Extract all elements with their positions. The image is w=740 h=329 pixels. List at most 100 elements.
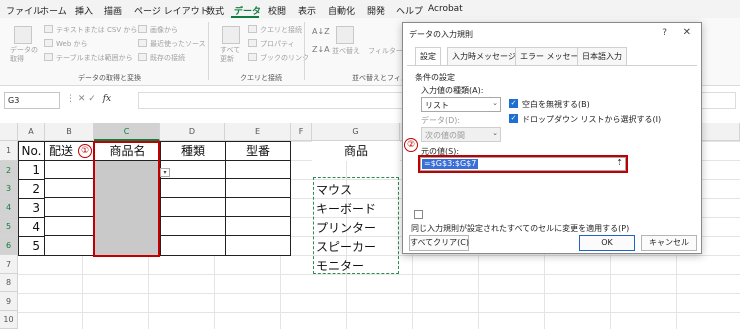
in-cell-dropdown-checkbox[interactable]: ✓ (509, 114, 518, 123)
menu-automate[interactable]: 自動化 (328, 4, 355, 17)
allow-select[interactable]: リスト ⌄ (421, 97, 501, 112)
sort-az-icon[interactable]: A↓Z (312, 27, 330, 36)
from-image-button[interactable]: 画像から (150, 25, 178, 35)
cell-e1[interactable]: 型番 (225, 141, 291, 161)
from-web-button[interactable]: Web から (56, 39, 88, 49)
cancel-button[interactable]: キャンセル (641, 235, 697, 251)
row-header-10[interactable]: 10 (0, 311, 18, 329)
filter-button[interactable]: フィルター (368, 46, 403, 56)
dialog-title: データの入力規則 (409, 30, 473, 39)
col-header-d[interactable]: D (160, 123, 225, 141)
menu-draw[interactable]: 描画 (104, 4, 122, 17)
col-header-c[interactable]: C (94, 123, 160, 141)
row-header-6[interactable]: 6 (0, 236, 18, 255)
existing-connections-button[interactable]: 既存の接続 (150, 53, 185, 63)
list-item[interactable]: モニター (316, 257, 364, 274)
row-line (44, 178, 291, 179)
cell-a2[interactable]: 1 (18, 160, 45, 180)
text-csv-icon (44, 25, 53, 33)
table-icon (44, 53, 53, 61)
name-box[interactable]: G3 (4, 92, 60, 109)
row-line (44, 235, 291, 236)
queries-icon (248, 25, 257, 33)
row-header-9[interactable]: 9 (0, 292, 18, 311)
refresh-all-button[interactable]: すべて 更新 (220, 46, 240, 64)
row-header-1[interactable]: 1 (0, 141, 18, 161)
col-header-g[interactable]: G (312, 123, 400, 141)
clear-all-button[interactable]: すべてクリア(C) (409, 235, 469, 251)
tab-settings[interactable]: 設定 (415, 47, 441, 66)
queries-connections-button[interactable]: クエリと接続 (260, 25, 302, 35)
row-header-8[interactable]: 8 (0, 274, 18, 292)
row-header-4[interactable]: 4 (0, 198, 18, 217)
cell-a6[interactable]: 5 (18, 236, 45, 256)
select-all-corner[interactable] (0, 123, 18, 141)
list-item[interactable]: キーボード (316, 200, 376, 217)
properties-icon (248, 39, 257, 47)
range-e2-e6[interactable] (225, 160, 291, 256)
cell-d1[interactable]: 種類 (160, 141, 226, 161)
menu-file[interactable]: ファイル (6, 4, 42, 17)
sort-button[interactable]: 並べ替え (332, 46, 360, 56)
ribbon-separator (208, 22, 209, 80)
menu-help[interactable]: ヘルプ (396, 4, 423, 17)
section-label: 条件の設定 (415, 73, 455, 82)
col-header-b[interactable]: B (45, 123, 94, 141)
properties-button[interactable]: プロパティ (260, 39, 295, 49)
get-data-icon (14, 26, 32, 44)
cell-a4[interactable]: 3 (18, 198, 45, 218)
help-icon[interactable]: ? (662, 28, 667, 38)
row-header-7[interactable]: 7 (0, 255, 18, 274)
cancel-confirm-icons[interactable]: ⋮ ✕ ✓ (66, 94, 96, 104)
menu-bar: ファイル ホーム 挿入 描画 ページ レイアウト 数式 データ 校閲 表示 自動… (0, 0, 740, 18)
cell-a1[interactable]: No. (18, 141, 45, 161)
chevron-down-icon: ⌄ (492, 129, 498, 137)
menu-acrobat[interactable]: Acrobat (428, 4, 463, 14)
recent-sources-button[interactable]: 最近使ったソース (150, 39, 206, 49)
ignore-blank-checkbox[interactable]: ✓ (509, 99, 518, 108)
row-line (44, 197, 291, 198)
list-item[interactable]: スピーカー (316, 238, 376, 255)
row-header-2[interactable]: 2 (0, 161, 18, 180)
close-icon[interactable]: ✕ (683, 27, 691, 38)
menu-page-layout[interactable]: ページ レイアウト (134, 4, 209, 17)
existing-connections-icon (138, 53, 147, 61)
apply-all-checkbox[interactable] (414, 210, 423, 219)
tab-ime[interactable]: 日本語入力 (577, 47, 627, 65)
from-text-csv-button[interactable]: テキストまたは CSV から (56, 25, 137, 35)
row-line (44, 216, 291, 217)
menu-review[interactable]: 校閲 (268, 4, 286, 17)
sort-icon (336, 26, 354, 44)
data-label: データ(D): (421, 116, 461, 125)
sort-za-icon[interactable]: Z↓A (312, 45, 330, 54)
row-header-5[interactable]: 5 (0, 217, 18, 236)
ribbon-separator (304, 22, 305, 80)
row-header-3[interactable]: 3 (0, 180, 18, 198)
col-header-a[interactable]: A (18, 123, 45, 141)
cell-a5[interactable]: 4 (18, 217, 45, 237)
tab-input-message[interactable]: 入力時メッセージ (447, 47, 521, 65)
menu-formulas[interactable]: 数式 (206, 4, 224, 17)
range-b2-b6[interactable] (44, 160, 95, 256)
menu-home[interactable]: ホーム (40, 4, 67, 17)
from-table-button[interactable]: テーブルまたは範囲から (56, 53, 133, 63)
menu-developer[interactable]: 開発 (367, 4, 385, 17)
edit-links-button[interactable]: ブックのリンク (260, 53, 309, 63)
list-item[interactable]: マウス (316, 181, 352, 198)
menu-insert[interactable]: 挿入 (75, 4, 93, 17)
col-header-f[interactable]: F (291, 123, 312, 141)
get-data-button[interactable]: データの 取得 (10, 46, 38, 64)
edit-links-icon (248, 53, 257, 61)
allow-select-value: リスト (425, 101, 449, 110)
cell-g1[interactable]: 商品 (312, 141, 400, 161)
step-badge-2: ② (404, 138, 418, 152)
fx-icon[interactable]: fx (103, 94, 111, 104)
dropdown-arrow-icon[interactable]: ▾ (160, 168, 170, 177)
menu-view[interactable]: 表示 (298, 4, 316, 17)
col-header-e[interactable]: E (225, 123, 291, 141)
list-item[interactable]: プリンター (316, 219, 376, 236)
highlight-box-source (418, 155, 628, 173)
cell-a3[interactable]: 2 (18, 179, 45, 199)
ok-button[interactable]: OK (579, 235, 635, 251)
tab-divider (407, 65, 697, 66)
